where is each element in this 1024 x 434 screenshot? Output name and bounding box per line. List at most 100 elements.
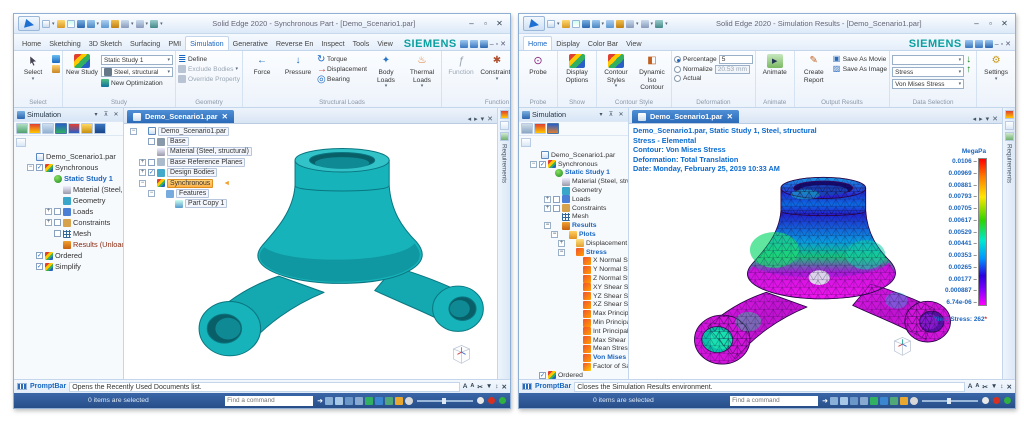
doc-minimize-icon[interactable]: – bbox=[490, 41, 494, 48]
minimize-button[interactable]: – bbox=[970, 19, 983, 28]
result-type-select[interactable]: Stress ▾ bbox=[892, 67, 965, 77]
deformation-option[interactable]: Percentage 5 bbox=[674, 55, 753, 64]
zoom-icon[interactable] bbox=[335, 396, 343, 405]
panel-pin-icon[interactable]: ⊼ bbox=[102, 111, 110, 118]
new-caret-icon[interactable]: ▾ bbox=[52, 21, 55, 27]
pressure-button[interactable]: Pressure bbox=[281, 52, 315, 98]
dynamic-iso-contour-button[interactable]: Dynamic Iso Contour bbox=[635, 52, 669, 98]
ribbon-tab[interactable]: Display bbox=[552, 37, 584, 50]
select-options-icon[interactable] bbox=[52, 65, 60, 73]
tree-item[interactable]: ✓ Ordered bbox=[15, 250, 123, 261]
tree-item[interactable]: Max Shear Stress bbox=[520, 336, 628, 345]
titlebar[interactable]: ▾ ▾ ▾ ▾ ▾ Solid Edge 2020 - Synchronous … bbox=[14, 14, 510, 34]
qat-customize-icon[interactable]: ▾ bbox=[160, 21, 163, 27]
pan-icon[interactable] bbox=[860, 396, 868, 405]
pan-icon[interactable] bbox=[355, 396, 363, 405]
doc-next-icon[interactable]: ▸ bbox=[474, 115, 478, 123]
visible-faces-icon[interactable] bbox=[405, 396, 413, 405]
print-caret-icon[interactable]: ▾ bbox=[602, 21, 605, 27]
tree-item[interactable]: Int Principal Stress bbox=[520, 327, 628, 336]
rotate-icon[interactable] bbox=[365, 396, 373, 405]
requirements-tab[interactable]: Requirements bbox=[501, 144, 508, 183]
window-icon[interactable] bbox=[150, 19, 159, 28]
record-dot-icon[interactable] bbox=[993, 397, 1000, 404]
sensors-tab-icon[interactable] bbox=[499, 132, 509, 141]
panel-tab-keyshot-icon[interactable] bbox=[81, 123, 93, 134]
status-neutral-dot-icon[interactable] bbox=[982, 397, 989, 404]
tree-item[interactable]: Geometry bbox=[15, 195, 123, 206]
import-icon[interactable] bbox=[66, 19, 75, 28]
save-as-movie-button[interactable]: Save As Movie bbox=[833, 55, 887, 63]
tree-item[interactable]: − Stress bbox=[520, 248, 628, 257]
tree-item[interactable]: Mesh bbox=[15, 228, 123, 239]
tree-item[interactable]: Demo_Scenario1.par bbox=[15, 151, 123, 162]
doc-close-icon[interactable]: ✕ bbox=[992, 115, 998, 123]
study-manager-icon[interactable] bbox=[521, 138, 531, 147]
tree-item[interactable]: Mesh bbox=[520, 212, 628, 222]
dock-icon[interactable]: ▼ bbox=[486, 383, 492, 391]
function-button[interactable]: Function bbox=[444, 52, 478, 98]
tree-item[interactable]: YZ Shear Stress bbox=[520, 292, 628, 301]
tree-item[interactable]: Geometry bbox=[520, 186, 628, 195]
online-dot-icon[interactable] bbox=[499, 397, 506, 404]
pathfinder-item[interactable]: + ✓ Design Bodies bbox=[127, 168, 252, 178]
torque-button[interactable]: Torque bbox=[317, 55, 367, 63]
save-as-image-button[interactable]: Save As Image bbox=[833, 65, 887, 73]
new-study-button[interactable]: New Study bbox=[65, 52, 99, 98]
ribbon-tab[interactable]: 3D Sketch bbox=[85, 37, 126, 50]
style-icon[interactable] bbox=[616, 19, 625, 28]
expand-icon[interactable]: − bbox=[130, 127, 137, 135]
ribbon-tab[interactable]: Reverse En bbox=[272, 37, 318, 50]
font-decrease-icon[interactable]: A bbox=[470, 383, 474, 391]
checkbox-icon[interactable]: ✓ bbox=[539, 371, 546, 379]
body-loads-button[interactable]: Body Loads▾ bbox=[369, 52, 403, 98]
deformation-value-field[interactable]: 20.53 mm bbox=[714, 65, 751, 74]
animate-button[interactable]: Animate bbox=[758, 52, 792, 98]
pathfinder-item[interactable]: + Base Reference Planes bbox=[127, 157, 252, 167]
document-tab-close-icon[interactable]: ✕ bbox=[727, 112, 733, 121]
graphics-canvas[interactable]: Demo_Scenario1.par, Static Study 1, Stee… bbox=[629, 124, 1002, 379]
tree-item[interactable]: XY Shear Stress bbox=[520, 283, 628, 292]
checkbox-icon[interactable] bbox=[54, 230, 61, 237]
maximize-button[interactable]: ▫ bbox=[479, 19, 492, 28]
expand-icon[interactable]: − bbox=[148, 190, 155, 198]
tree-item[interactable]: − ✓ Synchronous bbox=[520, 160, 628, 169]
radio-icon[interactable] bbox=[674, 75, 681, 82]
expand-icon[interactable]: + bbox=[544, 195, 551, 203]
result-set-select[interactable]: ▾ bbox=[892, 55, 965, 65]
deformation-value-field[interactable]: 5 bbox=[718, 55, 753, 64]
edgebar-tool-icon[interactable] bbox=[1004, 110, 1014, 119]
ribbon-tab[interactable]: Tools bbox=[349, 37, 374, 50]
save-icon[interactable] bbox=[76, 19, 85, 28]
app-logo-icon[interactable] bbox=[18, 16, 40, 31]
new-document-icon[interactable] bbox=[42, 19, 50, 28]
study-select[interactable]: Static Study 1 ▾ bbox=[101, 55, 173, 65]
panel-dropdown-icon[interactable]: ▾ bbox=[597, 111, 605, 118]
checkbox-icon[interactable]: ✓ bbox=[539, 160, 546, 168]
redo-icon[interactable] bbox=[135, 19, 144, 28]
doc-close-icon[interactable]: ✕ bbox=[500, 40, 506, 48]
pathfinder-item[interactable]: − Features bbox=[127, 188, 252, 199]
app-logo-icon[interactable] bbox=[523, 16, 545, 31]
window-layout-icon[interactable] bbox=[395, 396, 403, 405]
panel-tab-probe-icon[interactable] bbox=[521, 123, 533, 134]
checkbox-icon[interactable]: ✓ bbox=[36, 164, 43, 171]
next-result-icon[interactable] bbox=[966, 65, 974, 73]
doc-next-icon[interactable]: ▸ bbox=[979, 115, 983, 123]
promptbar-close-icon[interactable]: ✕ bbox=[502, 383, 507, 391]
maximize-button[interactable]: ▫ bbox=[984, 19, 997, 28]
expand-icon[interactable]: − bbox=[530, 160, 537, 168]
ribbon-tab[interactable]: View bbox=[622, 37, 645, 50]
view-styles-icon[interactable] bbox=[385, 396, 393, 405]
expand-icon[interactable]: − bbox=[551, 231, 558, 239]
checkbox-icon[interactable] bbox=[54, 208, 61, 215]
ribbon-tab[interactable]: Sketching bbox=[45, 37, 85, 50]
settings-button[interactable]: Settings▾ bbox=[979, 52, 1013, 105]
tree-item[interactable]: Max Principal Stress bbox=[520, 309, 628, 318]
doc-prev-icon[interactable]: ◂ bbox=[468, 115, 472, 123]
deformation-option[interactable]: Normalize 20.53 mm bbox=[674, 65, 753, 74]
open-icon[interactable] bbox=[561, 19, 570, 28]
panel-dropdown-icon[interactable]: ▾ bbox=[92, 111, 100, 118]
print-caret-icon[interactable]: ▾ bbox=[97, 21, 100, 27]
override-property-button[interactable]: Override Property bbox=[178, 75, 240, 83]
